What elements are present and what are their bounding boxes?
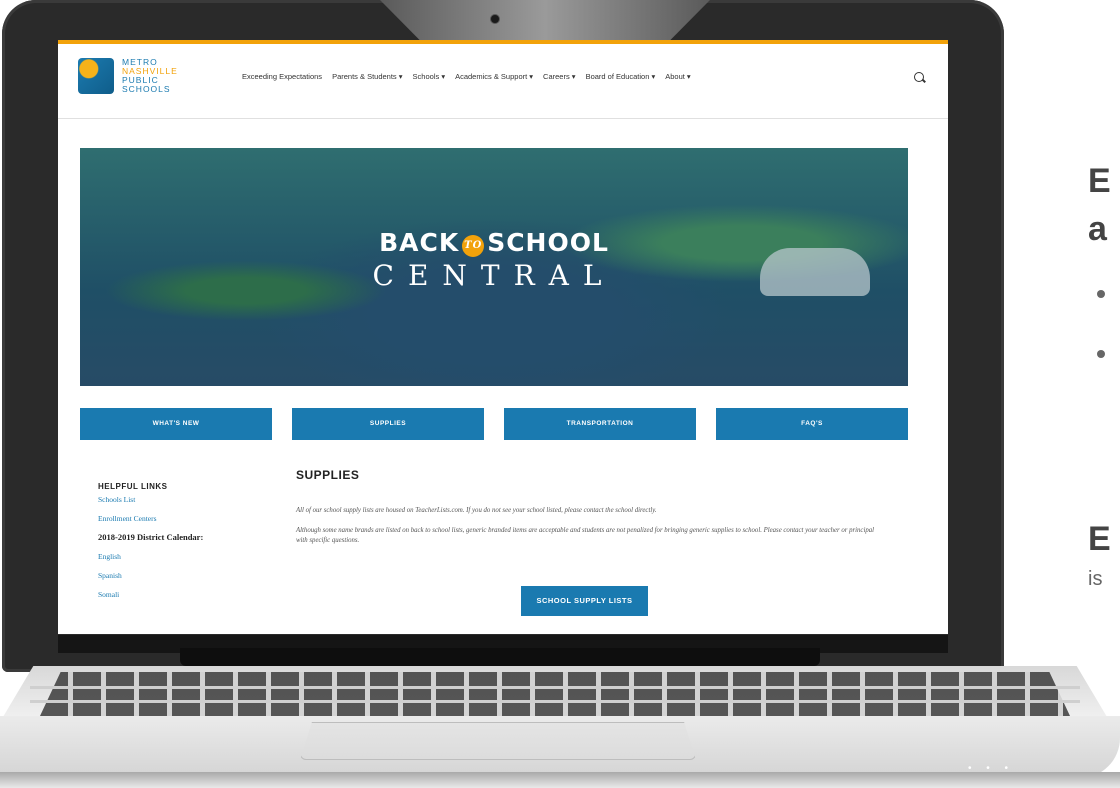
main-nav: Exceeding Expectations Parents & Student… [242,72,691,81]
trackpad [300,722,696,760]
hero-to-badge: TO [462,235,485,257]
supplies-section: SUPPLIES All of our school supply lists … [296,468,876,616]
hero-title-line1: BACK TO SCHOOL [80,228,908,257]
logo-line: SCHOOLS [122,84,171,94]
search-icon[interactable] [914,72,924,82]
logo-text[interactable]: METRO NASHVILLE PUBLIC SCHOOLS [122,58,212,94]
slide-heading-fragment: E [1088,162,1111,200]
hero-title: BACK TO SCHOOL CENTRAL [80,228,908,292]
faqs-button[interactable]: FAQ'S [716,408,908,440]
site-header: METRO NASHVILLE PUBLIC SCHOOLS Exceeding… [58,40,948,119]
helpful-links-sidebar: HELPFUL LINKS Schools List Enrollment Ce… [98,482,278,599]
nav-item-exceeding-expectations[interactable]: Exceeding Expectations [242,72,322,81]
supplies-button[interactable]: SUPPLIES [292,408,484,440]
schools-list-link[interactable]: Schools List [98,495,278,504]
calendar-english-link[interactable]: English [98,552,278,561]
nav-item-board-of-education[interactable]: Board of Education ▾ [586,72,656,81]
slide-heading-fragment: a [1088,210,1107,248]
calendar-somali-link[interactable]: Somali [98,590,278,599]
section-buttons: WHAT'S NEW SUPPLIES TRANSPORTATION FAQ'S [80,408,908,440]
calendar-spanish-link[interactable]: Spanish [98,571,278,580]
logo-icon[interactable] [78,58,114,94]
supplies-paragraph: Although some name brands are listed on … [296,527,875,544]
school-supply-lists-button[interactable]: SCHOOL SUPPLY LISTS [521,586,648,616]
slide-text-fragment: is [1088,568,1103,590]
hero-back: BACK [379,228,460,257]
hero-banner: BACK TO SCHOOL CENTRAL [80,148,908,386]
nav-item-careers[interactable]: Careers ▾ [543,72,576,81]
slide-heading-fragment: E [1088,520,1111,558]
lid-glare [380,0,710,40]
nav-item-academics-support[interactable]: Academics & Support ▾ [455,72,533,81]
status-dots: • • • [968,763,1015,774]
enrollment-centers-link[interactable]: Enrollment Centers [98,514,278,523]
key-row-gap [30,686,1080,689]
key-row-gap [30,700,1080,703]
calendar-label: 2018-2019 District Calendar: [98,532,204,542]
bullet-dot [1097,290,1105,298]
supplies-paragraph: All of our school supply lists are house… [296,507,657,514]
laptop-screen: METRO NASHVILLE PUBLIC SCHOOLS Exceeding… [58,40,948,634]
nav-item-parents-students[interactable]: Parents & Students ▾ [332,72,402,81]
keyboard [40,672,1070,716]
hero-title-line2: CENTRAL [372,259,616,292]
camera-icon [490,14,500,24]
transportation-button[interactable]: TRANSPORTATION [504,408,696,440]
whats-new-button[interactable]: WHAT'S NEW [80,408,272,440]
section-title: SUPPLIES [296,468,360,482]
front-lip [0,772,1120,788]
sidebar-heading: HELPFUL LINKS [98,482,168,491]
nav-item-schools[interactable]: Schools ▾ [413,72,446,81]
nav-item-about[interactable]: About ▾ [665,72,690,81]
hinge [180,648,820,666]
hero-school: SCHOOL [487,228,609,257]
bullet-dot [1097,350,1105,358]
